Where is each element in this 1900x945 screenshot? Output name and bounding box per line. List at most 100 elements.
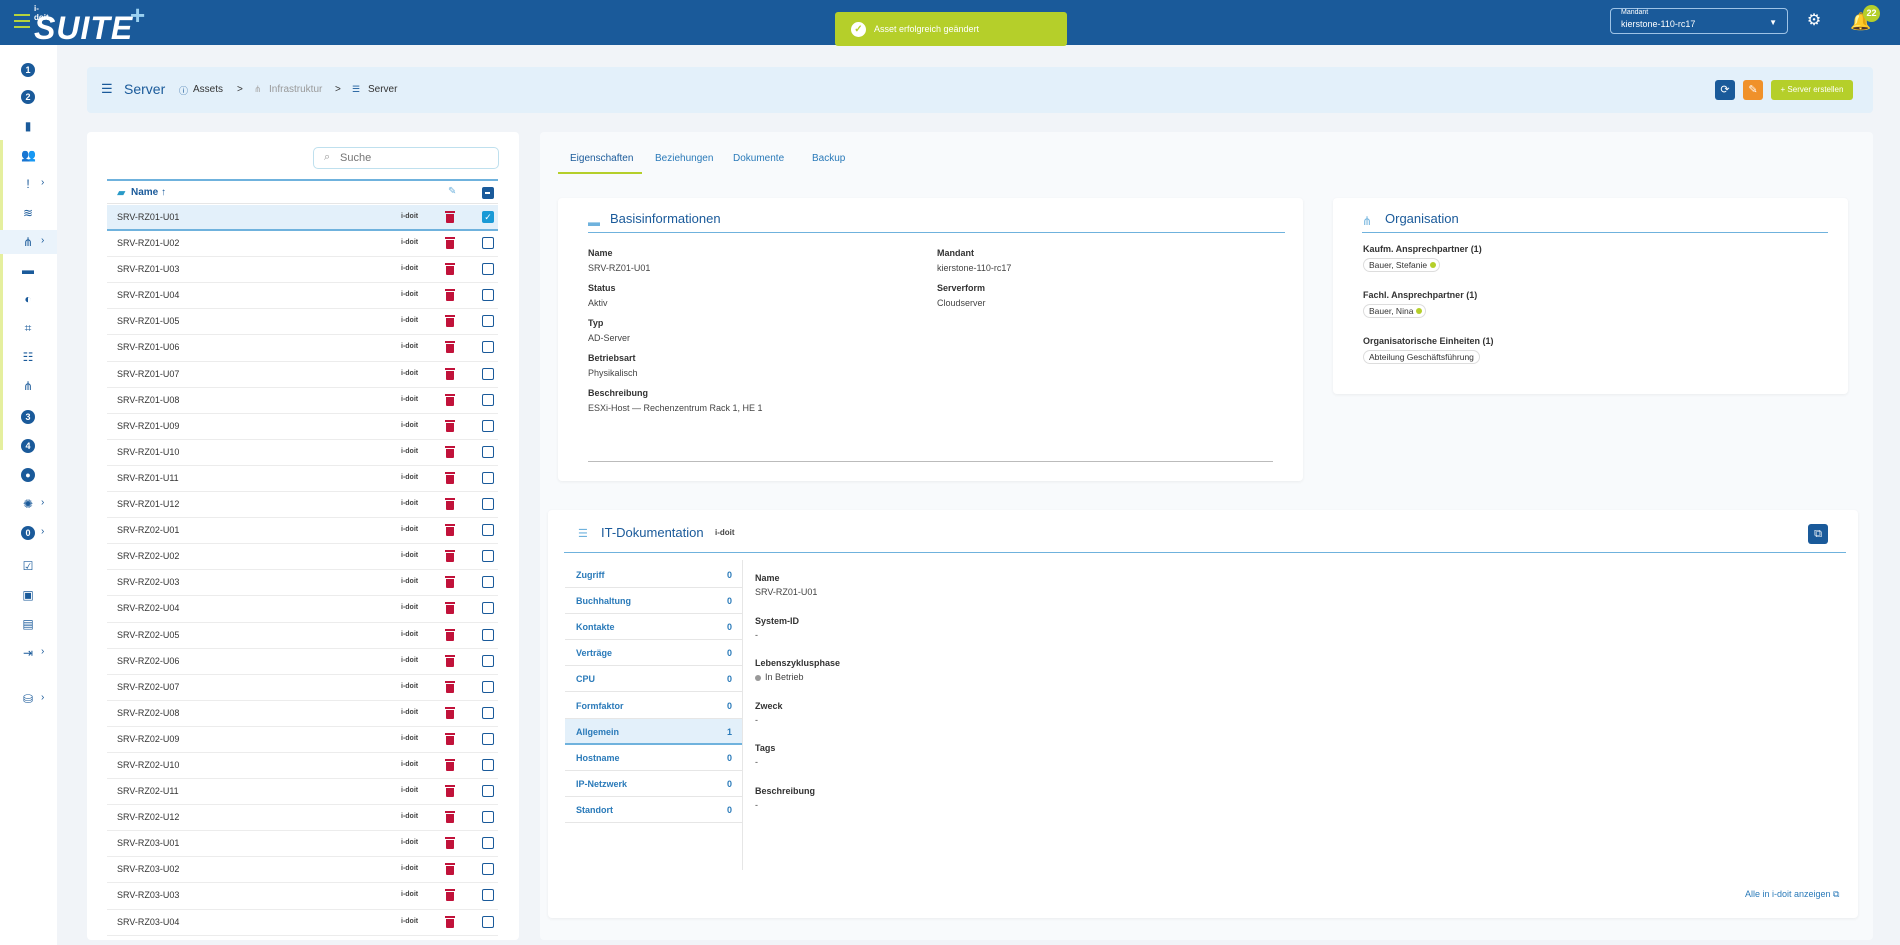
idoit-logo-icon[interactable]: i-doit (401, 239, 418, 246)
trash-icon[interactable] (445, 654, 455, 667)
idoit-logo-icon[interactable]: i-doit (401, 291, 418, 298)
table-row[interactable]: SRV-RZ01-U09 i-doit (107, 414, 498, 440)
sidebar-item-three-circle[interactable]: 3 (0, 405, 57, 429)
table-row[interactable]: SRV-RZ01-U06 i-doit (107, 335, 498, 362)
row-checkbox[interactable] (482, 289, 494, 302)
trash-icon[interactable] (445, 732, 455, 745)
server-name[interactable]: SRV-RZ02-U06 (117, 656, 179, 666)
sidebar-item-image-report[interactable]: ▣ (0, 583, 57, 607)
idoit-logo-icon[interactable]: i-doit (401, 865, 418, 872)
table-row[interactable]: SRV-RZ01-U12 i-doit (107, 492, 498, 519)
trash-icon[interactable] (445, 289, 455, 302)
trash-icon[interactable] (445, 680, 455, 693)
row-checkbox[interactable] (482, 758, 494, 771)
idoit-logo-icon[interactable]: i-doit (401, 657, 418, 664)
table-row[interactable]: SRV-RZ01-U10 i-doit (107, 440, 498, 466)
table-row[interactable]: SRV-RZ02-U06 i-doit (107, 649, 498, 675)
server-name[interactable]: SRV-RZ02-U10 (117, 760, 179, 770)
row-checkbox[interactable] (482, 419, 494, 432)
row-checkbox[interactable] (482, 341, 494, 354)
idoit-logo-icon[interactable]: i-doit (401, 813, 418, 820)
trash-icon[interactable] (445, 837, 455, 850)
table-row[interactable]: SRV-RZ01-U03 i-doit (107, 257, 498, 284)
server-name[interactable]: SRV-RZ01-U02 (117, 238, 179, 248)
org-unit-chip[interactable]: Abteilung Geschäftsführung (1363, 350, 1480, 364)
server-name[interactable]: SRV-RZ01-U06 (117, 342, 179, 352)
sidebar-item-truck[interactable]: ▬ (0, 258, 57, 282)
create-server-button[interactable]: + Server erstellen (1771, 80, 1853, 100)
row-checkbox[interactable] (482, 550, 494, 563)
table-row[interactable]: SRV-RZ02-U08 i-doit (107, 701, 498, 727)
server-name[interactable]: SRV-RZ01-U03 (117, 264, 179, 274)
doc-category-zugriff[interactable]: Zugriff 0 (565, 562, 742, 589)
idoit-logo-icon[interactable]: i-doit (401, 578, 418, 585)
contact-chip[interactable]: Bauer, Nina (1363, 304, 1427, 318)
trash-icon[interactable] (445, 237, 455, 250)
sidebar-item-hierarchy[interactable]: ⋔ (0, 374, 57, 398)
breadcrumb-server[interactable]: Server (368, 84, 397, 95)
server-name[interactable]: SRV-RZ03-U01 (117, 838, 179, 848)
table-row[interactable]: SRV-RZ01-U04 i-doit (107, 283, 498, 310)
row-checkbox[interactable] (482, 263, 494, 276)
table-row[interactable]: SRV-RZ02-U02 i-doit (107, 544, 498, 571)
row-checkbox[interactable] (482, 628, 494, 641)
row-checkbox[interactable] (482, 602, 494, 615)
open-external-button[interactable]: ⧉ (1808, 524, 1828, 544)
idoit-logo-icon[interactable]: i-doit (401, 709, 418, 716)
hamburger-menu-icon[interactable] (14, 14, 30, 28)
sidebar-item-two-circle[interactable]: 2 (0, 85, 57, 109)
table-row[interactable]: SRV-RZ02-U01 i-doit (107, 518, 498, 545)
trash-icon[interactable] (445, 211, 455, 223)
idoit-logo-icon[interactable]: i-doit (401, 761, 418, 768)
server-name[interactable]: SRV-RZ01-U05 (117, 316, 179, 326)
refresh-button[interactable]: ⟳ (1715, 80, 1735, 100)
idoit-logo-icon[interactable]: i-doit (401, 500, 418, 507)
server-name[interactable]: SRV-RZ01-U10 (117, 447, 179, 457)
trash-icon[interactable] (445, 315, 455, 328)
idoit-logo-icon[interactable]: i-doit (401, 317, 418, 324)
table-row[interactable]: SRV-RZ02-U10 i-doit (107, 753, 498, 780)
server-name[interactable]: SRV-RZ03-U02 (117, 864, 179, 874)
server-name[interactable]: SRV-RZ03-U04 (117, 917, 179, 927)
row-checkbox[interactable] (482, 315, 494, 328)
table-row[interactable]: SRV-RZ02-U12 i-doit (107, 805, 498, 832)
table-row[interactable]: SRV-RZ01-U05 i-doit (107, 309, 498, 336)
row-checkbox[interactable] (482, 889, 494, 902)
table-row[interactable]: SRV-RZ02-U11 i-doit (107, 779, 498, 806)
trash-icon[interactable] (445, 445, 455, 458)
row-checkbox[interactable] (482, 367, 494, 380)
search-box[interactable]: ⌕ (313, 147, 499, 169)
idoit-logo-icon[interactable]: i-doit (401, 422, 418, 429)
server-name[interactable]: SRV-RZ01-U04 (117, 290, 179, 300)
sidebar-item-scan[interactable]: ⌗ (0, 316, 57, 340)
idoit-logo-icon[interactable]: i-doit (401, 604, 418, 611)
trash-icon[interactable] (445, 367, 455, 380)
server-name[interactable]: SRV-RZ02-U01 (117, 525, 179, 535)
idoit-logo-icon[interactable]: i-doit (401, 370, 418, 377)
row-checkbox[interactable] (482, 237, 494, 250)
sidebar-item-bar-chart[interactable]: ▮ (0, 114, 57, 138)
server-name[interactable]: SRV-RZ02-U02 (117, 551, 179, 561)
row-checkbox[interactable] (482, 498, 494, 511)
trash-icon[interactable] (445, 550, 455, 563)
idoit-logo-icon[interactable]: i-doit (401, 787, 418, 794)
server-name[interactable]: SRV-RZ02-U11 (117, 786, 179, 796)
sidebar-item-database[interactable]: ⛁ › (0, 687, 57, 711)
server-name[interactable]: SRV-RZ02-U03 (117, 577, 179, 587)
row-checkbox[interactable] (482, 680, 494, 693)
idoit-logo-icon[interactable]: i-doit (401, 891, 418, 898)
row-checkbox[interactable] (482, 576, 494, 589)
doc-category-buchhaltung[interactable]: Buchhaltung 0 (565, 588, 742, 615)
sidebar-item-sun-alert[interactable]: ✺ › (0, 492, 57, 516)
breadcrumb-infrastruktur[interactable]: Infrastruktur (269, 84, 322, 95)
table-row[interactable]: SRV-RZ02-U09 i-doit (107, 727, 498, 753)
contact-chip[interactable]: Bauer, Stefanie (1363, 258, 1441, 272)
sidebar-item-drop-circle[interactable]: ● (0, 463, 57, 487)
idoit-logo-icon[interactable]: i-doit (401, 683, 418, 690)
table-row[interactable]: SRV-RZ01-U02 i-doit (107, 231, 498, 258)
idoit-logo-icon[interactable]: i-doit (401, 265, 418, 272)
table-row[interactable]: SRV-RZ01-U01 i-doit ✓ (107, 205, 498, 232)
row-checkbox[interactable] (482, 393, 494, 406)
trash-icon[interactable] (445, 785, 455, 798)
table-row[interactable]: SRV-RZ02-U07 i-doit (107, 675, 498, 701)
